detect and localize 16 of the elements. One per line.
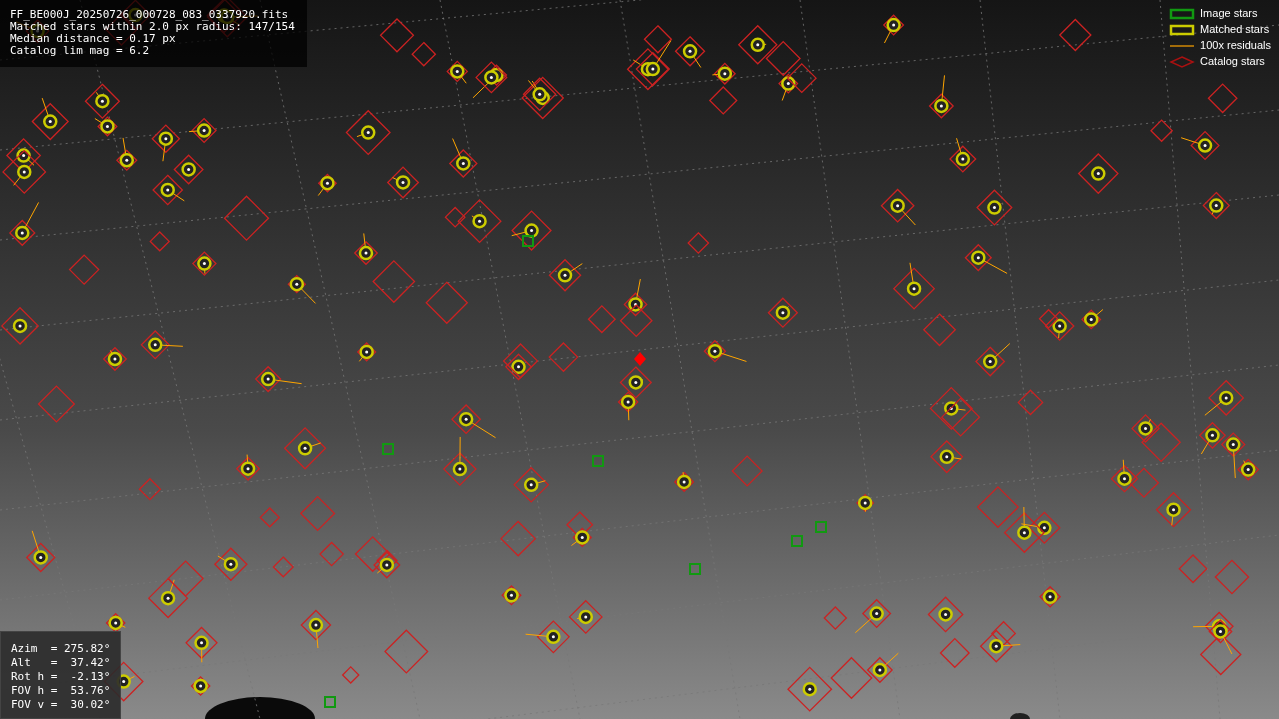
info-text: Matched stars within 2.0 px radius: 147/154 <box>10 21 295 33</box>
rectangle-icon <box>1169 7 1196 20</box>
legend-label: 100x residuals <box>1200 38 1271 54</box>
pointing-text: Rot h = -2.13° <box>11 670 111 684</box>
legend-label: Matched stars <box>1200 22 1270 38</box>
pointing-text: FOV v = 30.02° <box>11 698 111 712</box>
info-text: Catalog lim mag = 6.2 <box>10 45 151 57</box>
diamond-icon <box>1169 55 1196 68</box>
pointing-text: Alt = 37.42° <box>11 656 111 670</box>
info-text: Median distance = 0.17 px <box>10 33 177 45</box>
legend-label: Catalog stars <box>1200 54 1265 70</box>
legend-label: Image stars <box>1200 6 1258 22</box>
rectangle-icon <box>1169 23 1196 36</box>
info-text: FF_BE000J_20250726_000728_083_0337920.fits <box>10 9 290 21</box>
pointing-text: Azim = 275.82° <box>11 642 111 656</box>
pointing-text: FOV h = 53.76° <box>11 684 111 698</box>
